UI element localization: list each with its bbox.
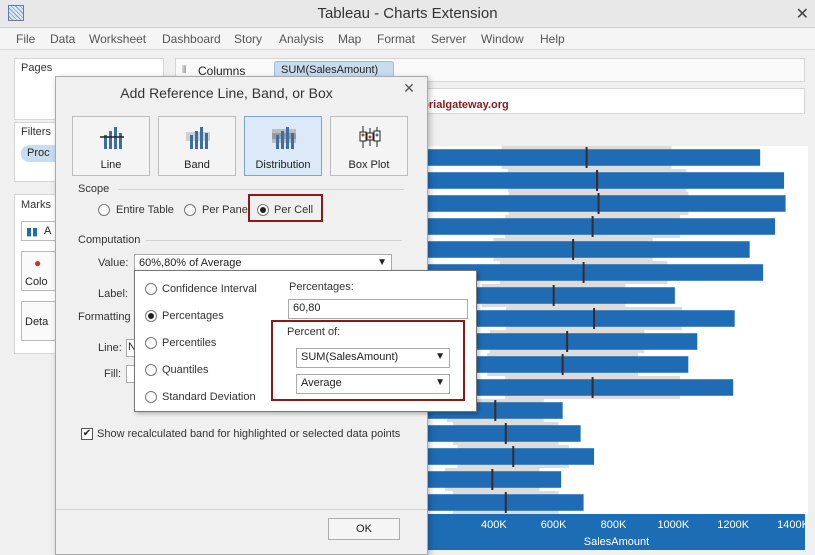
marks-label: Marks (21, 199, 51, 211)
computation-label: Computation (78, 234, 141, 246)
distribution-options-popup: Confidence Interval Percentages Percenti… (134, 270, 477, 412)
percent-of-aggregation-value: Average (301, 377, 342, 389)
scope-entire-table-label: Entire Table (116, 204, 174, 216)
menu-analysis[interactable]: Analysis (279, 32, 324, 46)
chevron-down-icon: ▼ (435, 351, 445, 362)
bar[interactable] (428, 264, 764, 281)
chevron-down-icon: ▼ (435, 377, 445, 388)
color-label: Colo (25, 276, 48, 288)
distribution-icon (272, 127, 296, 149)
color-palette-icon: ● (34, 256, 42, 270)
fill-label: Fill: (104, 368, 122, 380)
menu-window[interactable]: Window (481, 32, 524, 46)
menu-bar: File Data Worksheet Dashboard Story Anal… (0, 28, 815, 50)
bar[interactable] (428, 195, 786, 212)
type-distribution-label: Distribution (255, 159, 311, 171)
detail-label: Deta (25, 316, 49, 328)
computation-divider (146, 240, 402, 241)
type-band-button[interactable]: Band (158, 116, 236, 176)
line-icon (100, 127, 124, 149)
bar-chart-icon: ▮▮ (26, 226, 39, 238)
formatting-label: Formatting (78, 311, 131, 323)
bar[interactable] (428, 149, 761, 166)
dialog-title: Add Reference Line, Band, or Box (120, 85, 333, 101)
percentiles-label: Percentiles (162, 337, 217, 349)
menu-file[interactable]: File (16, 32, 35, 46)
bar[interactable] (428, 241, 750, 258)
x-tick-label: 1200K (717, 519, 750, 531)
bar[interactable] (428, 425, 581, 442)
scope-divider (118, 189, 404, 190)
scope-per-pane-radio[interactable] (184, 204, 196, 216)
chevron-down-icon: ▼ (377, 257, 387, 268)
type-band-label: Band (184, 159, 210, 171)
bar-chart (428, 146, 786, 514)
scope-per-cell-label: Per Cell (274, 204, 314, 216)
x-tick-label: 1000K (657, 519, 690, 531)
menu-server[interactable]: Server (431, 32, 466, 46)
footer-divider (56, 509, 427, 510)
value-selected: 60%,80% of Average (139, 257, 242, 269)
line-label: Line: (98, 342, 122, 354)
quantiles-radio[interactable] (145, 364, 157, 376)
band-icon (186, 127, 210, 149)
standard-deviation-label: Standard Deviation (162, 391, 256, 403)
percentages-input[interactable]: 60,80 (288, 299, 468, 319)
columns-icon: ⦀ (182, 65, 187, 76)
bar[interactable] (428, 172, 785, 189)
x-tick-label: 400K (480, 519, 507, 531)
percentages-label: Percentages: (289, 281, 354, 293)
percentages-value: 60,80 (293, 302, 321, 314)
box-plot-icon (359, 126, 381, 148)
percentiles-radio[interactable] (145, 337, 157, 349)
value-label: Value: (98, 257, 129, 269)
scope-label: Scope (78, 183, 110, 195)
window-title: Tableau - Charts Extension (317, 5, 498, 22)
bar[interactable] (428, 218, 776, 235)
x-tick-label: 1400K (777, 519, 809, 531)
ok-button[interactable]: OK (328, 518, 400, 540)
filters-label: Filters (21, 126, 51, 138)
menu-data[interactable]: Data (50, 32, 75, 46)
title-bar: Tableau - Charts Extension ✕ (0, 0, 815, 28)
chart-area (428, 146, 808, 514)
percent-of-measure-dropdown[interactable]: SUM(SalesAmount) ▼ (296, 348, 450, 368)
dialog-close-button[interactable]: ✕ (397, 80, 421, 100)
menu-story[interactable]: Story (234, 32, 262, 46)
x-tick-label: 800K (600, 519, 627, 531)
show-band-checkbox[interactable]: ✔ (81, 428, 93, 440)
standard-deviation-radio[interactable] (145, 391, 157, 403)
pages-label: Pages (21, 62, 53, 74)
percent-of-aggregation-dropdown[interactable]: Average ▼ (296, 374, 450, 394)
quantiles-label: Quantiles (162, 364, 209, 376)
menu-worksheet[interactable]: Worksheet (89, 32, 146, 46)
type-line-button[interactable]: Line (72, 116, 150, 176)
confidence-interval-label: Confidence Interval (162, 283, 257, 295)
menu-help[interactable]: Help (540, 32, 565, 46)
x-axis: 400K 600K 800K 1000K 1200K 1400K SalesAmount (428, 514, 809, 550)
x-axis-title: SalesAmount (583, 536, 650, 548)
type-distribution-button[interactable]: Distribution (244, 116, 322, 176)
percentages-radio[interactable] (145, 310, 157, 322)
type-boxplot-label: Box Plot (348, 159, 390, 171)
bar[interactable] (428, 448, 595, 465)
bar[interactable] (428, 471, 562, 488)
x-tick-label: 600K (540, 519, 567, 531)
percent-of-measure-value: SUM(SalesAmount) (301, 351, 399, 363)
scope-per-cell-radio[interactable] (257, 204, 269, 216)
menu-dashboard[interactable]: Dashboard (162, 32, 221, 46)
menu-map[interactable]: Map (338, 32, 361, 46)
percentages-option-label: Percentages (162, 310, 224, 322)
scope-entire-table-radio[interactable] (98, 204, 110, 216)
percent-of-label: Percent of: (287, 326, 341, 338)
menu-format[interactable]: Format (377, 32, 415, 46)
type-boxplot-button[interactable]: Box Plot (330, 116, 408, 176)
confidence-interval-radio[interactable] (145, 283, 157, 295)
show-band-label: Show recalculated band for highlighted o… (97, 428, 401, 440)
window-close-icon[interactable]: ✕ (796, 4, 809, 24)
type-line-label: Line (100, 159, 122, 171)
label-label: Label: (98, 288, 128, 300)
scope-per-pane-label: Per Pane (202, 204, 248, 216)
marks-type-label: A (44, 225, 52, 237)
